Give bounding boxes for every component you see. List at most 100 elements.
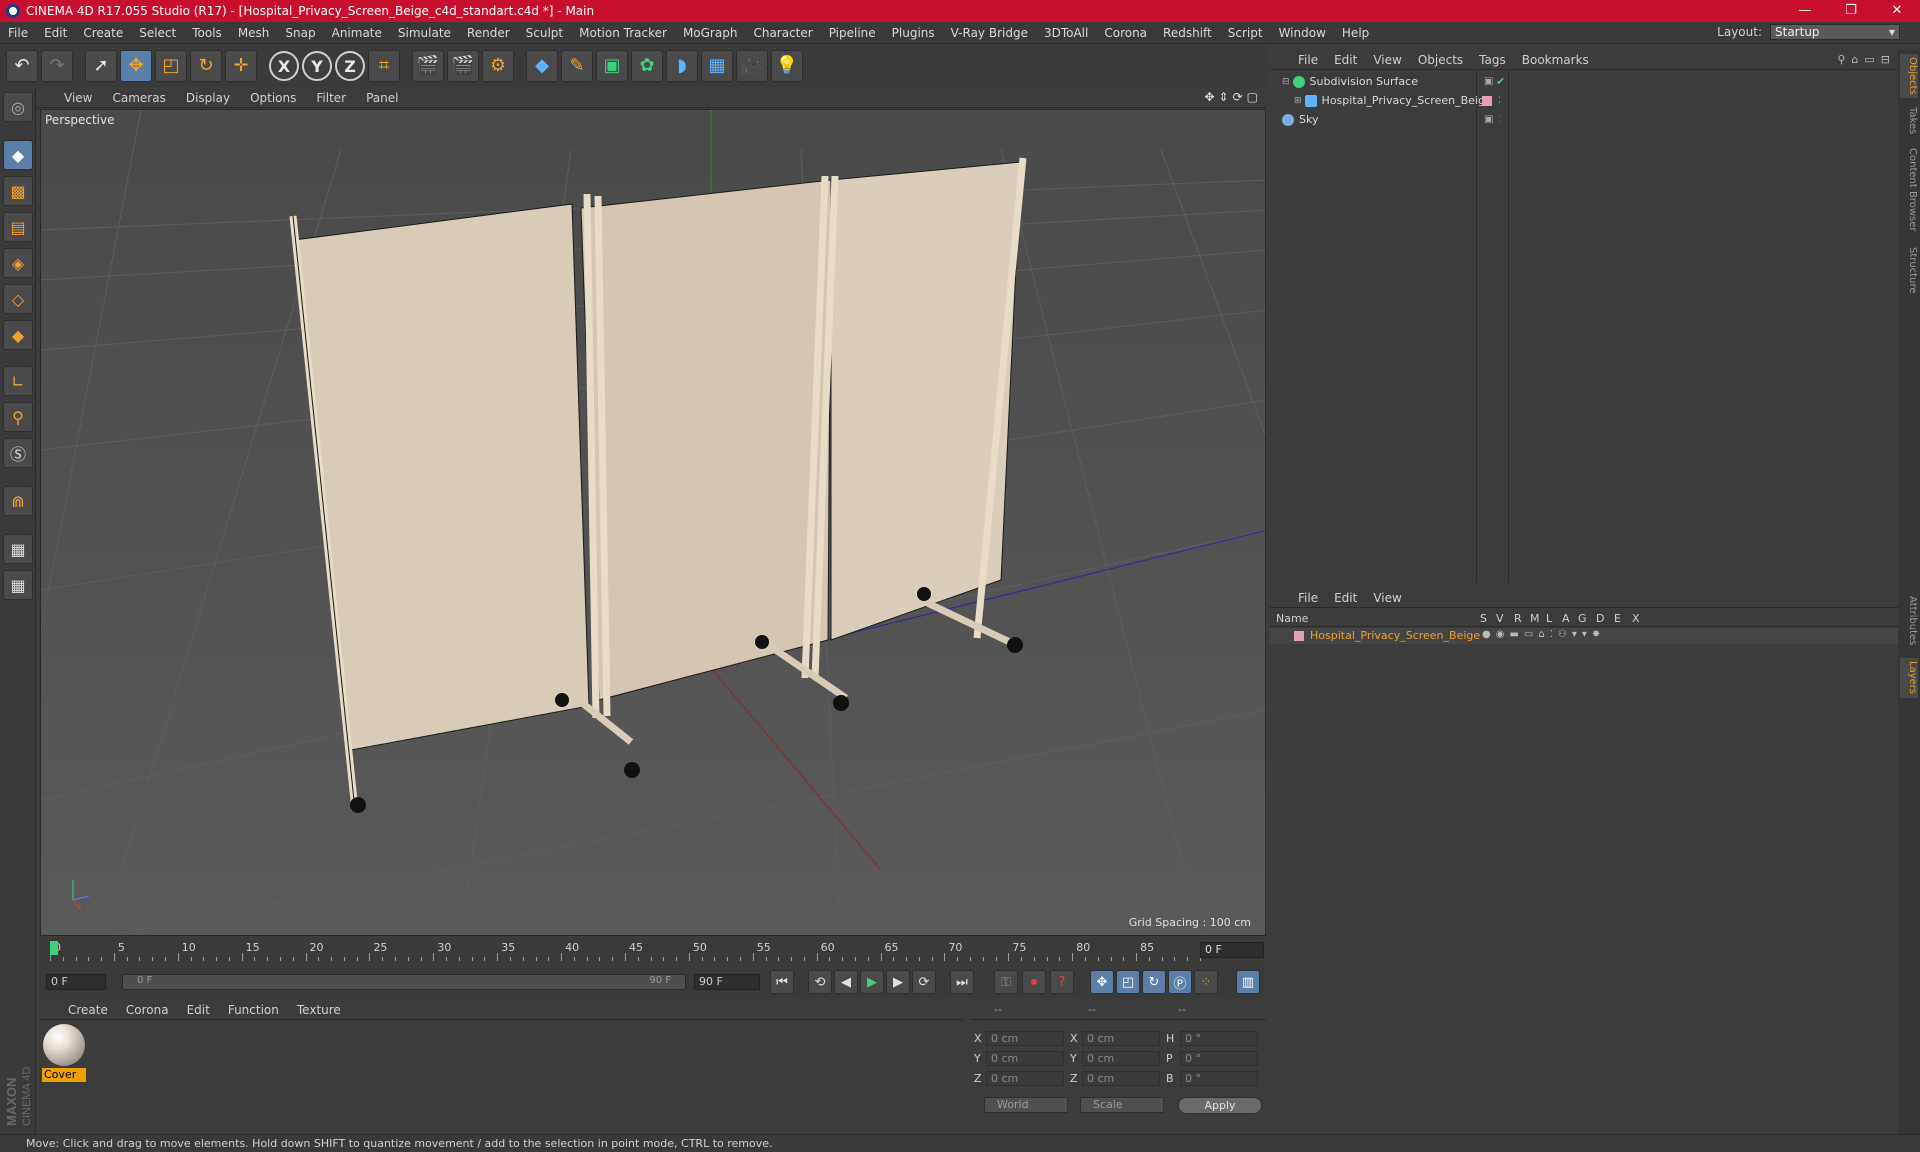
maximize-view-icon[interactable]: ▢ (1247, 90, 1258, 104)
live-selection-button[interactable]: ➚ (85, 50, 117, 82)
pan-icon[interactable]: ✥ (1204, 90, 1214, 104)
scale-tool-button[interactable]: ◰ (155, 50, 187, 82)
layer-row[interactable]: Hospital_Privacy_Screen_Beige ●◉▬▭⌂⁚⚇▾▾✸ (1270, 628, 1898, 644)
go-to-end-button[interactable]: ⏭ (950, 970, 974, 994)
coord-rot-h-field[interactable]: 0 ° (1180, 1031, 1258, 1046)
add-cloner-button[interactable]: ✿ (631, 50, 663, 82)
object-row-subdivision[interactable]: ⊟ Subdivision Surface ▣ ✔ (1270, 72, 1898, 91)
lock-workplane-button[interactable]: ▦ (3, 534, 33, 564)
menu-snap[interactable]: Snap (277, 26, 323, 40)
move-tool-button[interactable]: ✥ (120, 50, 152, 82)
add-floor-button[interactable]: ▦ (701, 50, 733, 82)
viewport-menu-view[interactable]: View (56, 91, 104, 105)
object-menu-edit[interactable]: Edit (1326, 53, 1365, 67)
key-position-button[interactable]: ✥ (1090, 970, 1114, 994)
menu-redshift[interactable]: Redshift (1155, 26, 1220, 40)
menu-tools[interactable]: Tools (184, 26, 230, 40)
coord-size-x-field[interactable]: 0 cm (1082, 1031, 1160, 1046)
menu-mesh[interactable]: Mesh (230, 26, 278, 40)
layer-toggle-icons[interactable]: ●◉▬▭⌂⁚⚇▾▾✸ (1482, 629, 1605, 640)
viewport-menu-panel[interactable]: Panel (358, 91, 410, 105)
menu-simulate[interactable]: Simulate (390, 26, 459, 40)
previous-frame-button[interactable]: ◀ (834, 970, 858, 994)
menu-character[interactable]: Character (745, 26, 820, 40)
key-rotation-button[interactable]: ↻ (1142, 970, 1166, 994)
render-view-button[interactable]: 🎬 (412, 50, 444, 82)
axis-mode-button[interactable]: ∟ (3, 366, 33, 396)
menu-file[interactable]: File (0, 26, 36, 40)
maximize-button[interactable]: ❐ (1828, 0, 1874, 22)
home-icon[interactable]: ⌂ (1851, 53, 1858, 66)
menu-select[interactable]: Select (131, 26, 184, 40)
collapse-icon[interactable]: ⊟ (1282, 77, 1290, 87)
timeline-window-button[interactable]: ▥ (1236, 970, 1260, 994)
layout-select[interactable]: Startup (1770, 24, 1900, 40)
menu-edit[interactable]: Edit (36, 26, 75, 40)
menu-vray-bridge[interactable]: V-Ray Bridge (943, 26, 1036, 40)
panel-menu-icon[interactable]: ⊟ (1881, 53, 1890, 66)
edit-visibility-icon[interactable]: ▣ (1484, 76, 1493, 87)
visibility-dots-icon[interactable]: ⁚ (1498, 115, 1501, 125)
add-pen-spline-button[interactable]: ✎ (561, 50, 593, 82)
coordinate-system-button[interactable]: ⌗ (368, 50, 400, 82)
render-picture-viewer-button[interactable]: 🎬 (447, 50, 479, 82)
coordinate-mode-select[interactable]: Scale (1080, 1097, 1164, 1113)
tab-takes[interactable]: Takes (1900, 104, 1918, 138)
menu-help[interactable]: Help (1334, 26, 1377, 40)
layer-color-swatch[interactable] (1482, 95, 1492, 106)
frame-range-slider[interactable]: 0 F 90 F (122, 974, 686, 990)
menu-animate[interactable]: Animate (324, 26, 390, 40)
tab-layers[interactable]: Layers (1900, 658, 1918, 698)
coord-pos-y-field[interactable]: 0 cm (986, 1051, 1064, 1066)
timeline-ticks[interactable]: 051015202530354045505560657075808590 (50, 939, 1218, 961)
viewport-menu-cameras[interactable]: Cameras (104, 91, 177, 105)
texture-mode-button[interactable]: ▩ (3, 176, 33, 206)
edit-visibility-icon[interactable]: ▣ (1484, 114, 1493, 125)
menu-create[interactable]: Create (75, 26, 131, 40)
menu-3dtoall[interactable]: 3DToAll (1036, 26, 1096, 40)
tab-attributes[interactable]: Attributes (1900, 590, 1918, 652)
coord-pos-z-field[interactable]: 0 cm (986, 1071, 1064, 1086)
menu-sculpt[interactable]: Sculpt (518, 26, 571, 40)
next-key-button[interactable]: ⟳ (912, 970, 936, 994)
viewport-menu-filter[interactable]: Filter (308, 91, 358, 105)
motion-record-button[interactable]: ⚿ (994, 970, 1018, 994)
tab-content-browser[interactable]: Content Browser (1900, 144, 1918, 236)
visibility-dots-icon[interactable]: ⁚ (1498, 96, 1501, 106)
polygons-mode-button[interactable]: ◆ (3, 320, 33, 350)
material-menu-function[interactable]: Function (220, 1003, 289, 1017)
play-button[interactable]: ▶ (860, 970, 884, 994)
expand-icon[interactable]: ⊞ (1294, 96, 1302, 106)
layer-menu-edit[interactable]: Edit (1326, 591, 1365, 605)
workplane-mode-button[interactable]: ▤ (3, 212, 33, 242)
coord-rot-b-field[interactable]: 0 ° (1180, 1071, 1258, 1086)
search-icon[interactable]: ⚲ (1837, 53, 1845, 66)
end-frame-field[interactable]: 90 F (694, 974, 760, 990)
layer-menu-file[interactable]: File (1290, 591, 1326, 605)
menu-plugins[interactable]: Plugins (884, 26, 943, 40)
apply-button[interactable]: Apply (1178, 1097, 1262, 1114)
current-frame-field[interactable]: 0 F (1200, 942, 1264, 958)
menu-script[interactable]: Script (1220, 26, 1271, 40)
start-frame-field[interactable]: 0 F (46, 974, 106, 990)
viewport-menu-options[interactable]: Options (242, 91, 308, 105)
transform-tool-button[interactable]: ✛ (225, 50, 257, 82)
menu-window[interactable]: Window (1271, 26, 1334, 40)
x-axis-lock-button[interactable]: X (269, 51, 299, 81)
coord-size-z-field[interactable]: 0 cm (1082, 1071, 1160, 1086)
add-subdivision-button[interactable]: ▣ (596, 50, 628, 82)
solo-button[interactable]: Ⓢ (3, 438, 33, 468)
points-mode-button[interactable]: ◈ (3, 248, 33, 278)
object-menu-objects[interactable]: Objects (1410, 53, 1471, 67)
orbit-icon[interactable]: ⟳ (1233, 90, 1243, 104)
tweak-mode-button[interactable]: ⚲ (3, 402, 33, 432)
key-parameter-button[interactable]: Ⓟ (1168, 970, 1192, 994)
object-menu-bookmarks[interactable]: Bookmarks (1514, 53, 1597, 67)
material-swatch-cover[interactable]: Cover (42, 1024, 86, 1082)
go-to-start-button[interactable]: ⏮ (770, 970, 794, 994)
planar-workplane-button[interactable]: ▦ (3, 570, 33, 600)
make-editable-button[interactable]: ◎ (3, 92, 33, 122)
autokeying-button[interactable]: ? (1050, 970, 1074, 994)
tab-objects[interactable]: Objects (1900, 54, 1918, 98)
add-cube-button[interactable]: ◆ (526, 50, 558, 82)
